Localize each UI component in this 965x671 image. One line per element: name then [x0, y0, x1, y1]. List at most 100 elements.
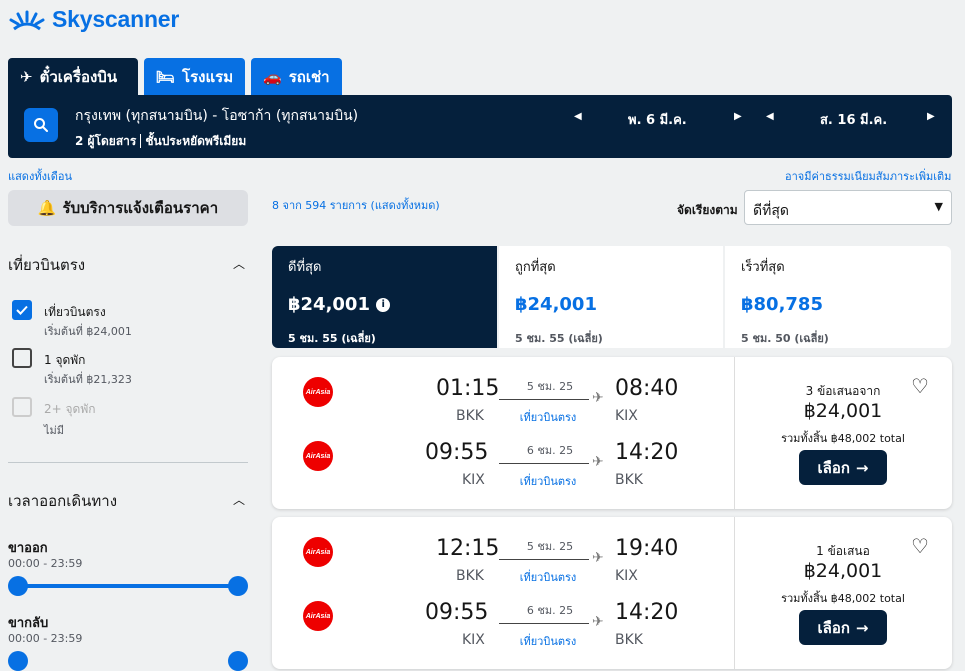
card-price: ฿24,001 i — [288, 294, 481, 315]
outbound-range: 00:00 - 23:59 — [8, 557, 83, 570]
chevron-down-icon: ▼ — [934, 200, 943, 213]
card-duration: 5 ชม. 55 (เฉลี่ย) — [515, 332, 603, 345]
card-price: ฿80,785 — [741, 294, 823, 315]
leg-line — [499, 463, 589, 464]
card-price: ฿24,001 — [515, 294, 597, 315]
tab-flights[interactable]: ✈ ตั๋วเครื่องบิน — [8, 58, 138, 95]
inbound-slider-min-handle[interactable] — [8, 651, 28, 671]
outbound-slider-min-handle[interactable] — [8, 576, 28, 596]
price-alert-button[interactable]: 🔔 รับบริการแจ้งเตือนราคา — [8, 190, 248, 226]
airasia-logo: AirAsia — [303, 601, 333, 631]
departure-code: KIX — [462, 632, 485, 648]
search-button[interactable] — [24, 108, 58, 142]
plane-icon: ✈ — [20, 67, 33, 86]
next-return-date-icon[interactable]: ▶ — [927, 111, 935, 122]
checkbox-two-plus-stops[interactable] — [12, 397, 32, 417]
tab-hotels[interactable]: 🛏 โรงแรม — [144, 58, 245, 95]
inbound-label: ขากลับ — [8, 616, 49, 631]
arrival-code: KIX — [615, 568, 638, 584]
sunrise-logo-icon — [9, 10, 45, 30]
inbound-slider-max-handle[interactable] — [228, 651, 248, 671]
outbound-slider-max-handle[interactable] — [228, 576, 248, 596]
fastest-card[interactable]: เร็วที่สุด ฿80,785 5 ชม. 50 (เฉลี่ย) — [725, 246, 951, 348]
leg-line — [499, 399, 589, 400]
arrival-code: BKK — [615, 632, 643, 648]
checkbox-direct[interactable] — [12, 300, 32, 320]
chevron-up-icon[interactable]: ︿ — [233, 255, 245, 272]
outbound-time-slider-track[interactable] — [17, 584, 239, 588]
prev-depart-date-icon[interactable]: ◀ — [574, 111, 582, 122]
stops-filter-title[interactable]: เที่ยวบินตรง — [8, 253, 85, 277]
result-price: ฿24,001 — [803, 400, 883, 422]
leg-duration: 5 ชม. 25 — [526, 540, 574, 553]
inbound-range: 00:00 - 23:59 — [8, 632, 83, 645]
card-title: ถูกที่สุด — [515, 260, 556, 275]
times-filter-title[interactable]: เวลาออกเดินทาง — [8, 489, 117, 513]
arrow-right-icon: → — [855, 618, 869, 637]
airasia-logo: AirAsia — [303, 441, 333, 471]
skyscanner-logo[interactable]: Skyscanner — [8, 6, 179, 33]
leg-stops: เที่ยวบินตรง — [519, 635, 577, 648]
two-plus-stops-label: 2+ จุดพัก — [44, 402, 96, 416]
leg-line — [499, 559, 589, 560]
arrival-time: 08:40 — [615, 376, 679, 401]
select-button[interactable]: เลือก → — [799, 610, 887, 645]
select-button[interactable]: เลือก → — [799, 450, 887, 485]
passenger-cabin-summary[interactable]: 2 ผู้โดยสาร ชั้นประหยัดพรีเมียม — [75, 132, 246, 151]
depart-date[interactable]: พ. 6 มี.ค. — [628, 109, 687, 130]
departure-time: 09:55 — [425, 440, 489, 465]
return-date[interactable]: ส. 16 มี.ค. — [820, 109, 887, 130]
leg-stops: เที่ยวบินตรง — [519, 571, 577, 584]
arrival-code: BKK — [615, 472, 643, 488]
result-divider — [734, 517, 735, 669]
info-icon[interactable]: i — [376, 298, 391, 312]
result-card[interactable]: AirAsia 01:15 BKK 5 ชม. 25 ✈ เที่ยวบินตร… — [272, 357, 952, 509]
departure-time: 01:15 — [436, 376, 500, 401]
checkbox-one-stop[interactable] — [12, 348, 32, 368]
prev-return-date-icon[interactable]: ◀ — [766, 111, 774, 122]
plane-icon: ✈ — [592, 454, 604, 470]
select-label: เลือก — [817, 458, 850, 477]
leg-duration: 6 ชม. 25 — [526, 604, 574, 617]
search-summary-bar: กรุงเทพ (ทุกสนามบิน) - โอซาก้า (ทุกสนามบ… — [8, 95, 952, 158]
chevron-up-icon[interactable]: ︿ — [233, 491, 245, 508]
offers-count: 1 ข้อเสนอ — [816, 544, 870, 558]
departure-code: BKK — [456, 568, 484, 584]
checkmark-icon — [16, 305, 28, 315]
tab-car-hire[interactable]: 🚗 รถเช่า — [251, 58, 342, 95]
leg-stops: เที่ยวบินตรง — [519, 411, 577, 424]
arrow-right-icon: → — [855, 458, 869, 477]
result-total: รวมทั้งสิ้น ฿48,002 total — [781, 592, 905, 605]
route-text[interactable]: กรุงเทพ (ทุกสนามบิน) - โอซาก้า (ทุกสนามบ… — [75, 105, 358, 127]
arrival-time: 19:40 — [615, 536, 679, 561]
departure-code: KIX — [462, 472, 485, 488]
brand-name: Skyscanner — [52, 6, 180, 32]
outbound-label: ขาออก — [8, 541, 48, 556]
search-icon — [34, 118, 48, 132]
arrival-time: 14:20 — [615, 440, 679, 465]
cheapest-card[interactable]: ถูกที่สุด ฿24,001 5 ชม. 55 (เฉลี่ย) — [499, 246, 723, 348]
arrival-time: 14:20 — [615, 600, 679, 625]
tab-label: รถเช่า — [288, 67, 330, 86]
result-card[interactable]: AirAsia 12:15 BKK 5 ชม. 25 ✈ เที่ยวบินตร… — [272, 517, 952, 669]
best-card[interactable]: ดีที่สุด ฿24,001 i 5 ชม. 55 (เฉลี่ย) — [272, 246, 497, 348]
sort-select[interactable]: ดีที่สุด ▼ — [744, 190, 952, 225]
show-whole-month-link[interactable]: แสดงทั้งเดือน — [8, 167, 72, 185]
car-icon: 🚗 — [263, 67, 282, 86]
arrival-code: KIX — [615, 408, 638, 424]
departure-time: 09:55 — [425, 600, 489, 625]
next-depart-date-icon[interactable]: ▶ — [734, 111, 742, 122]
cabin-text: ชั้นประหยัดพรีเมียม — [145, 134, 247, 148]
plane-icon: ✈ — [592, 614, 604, 630]
one-stop-price: เริ่มต้นที่ ฿21,323 — [44, 373, 132, 386]
two-plus-stops-price: ไม่มี — [44, 424, 65, 437]
baggage-fees-link[interactable]: อาจมีค่าธรรมเนียมสัมภาระเพิ่มเติม — [785, 167, 951, 185]
sort-label: จัดเรียงตาม — [677, 203, 738, 217]
sort-value: ดีที่สุด — [753, 203, 789, 219]
airasia-logo: AirAsia — [303, 377, 333, 407]
plane-icon: ✈ — [592, 550, 604, 566]
card-duration: 5 ชม. 55 (เฉลี่ย) — [288, 332, 376, 345]
results-count[interactable]: 8 จาก 594 รายการ (แสดงทั้งหมด) — [272, 196, 440, 214]
result-price: ฿24,001 — [803, 560, 883, 582]
leg-stops: เที่ยวบินตรง — [519, 475, 577, 488]
